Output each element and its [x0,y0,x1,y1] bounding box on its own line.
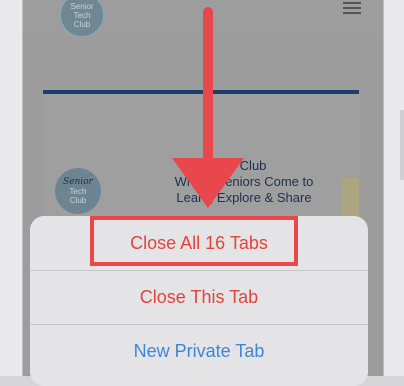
phone-side-button [400,110,404,180]
site-logo[interactable]: Senior Tech Club [59,0,105,38]
hero-logo: Senior Tech Club [55,168,101,214]
hero-logo-script: Senior [63,176,93,187]
hero-decoration [341,178,359,218]
close-this-tab-button[interactable]: Close This Tab [30,270,368,325]
site-header: Senior Tech Club [23,0,383,38]
hero-text-line: ne Club [221,158,267,173]
site-logo-line: Senior [70,1,94,11]
hero-text: ne Club Where Seniors Come to Learn, Exp… [139,158,349,206]
hero-banner: Senior Tech Club ne Club Where Seniors C… [43,90,359,234]
highlight-box [90,216,298,266]
hamburger-menu-icon[interactable] [343,2,361,16]
hero-logo-line: Club [69,195,87,205]
hero-text-line: Learn, Explore & Share [176,190,312,205]
new-private-tab-button[interactable]: New Private Tab [30,324,368,378]
hero-text-line: Where Seniors Come to [174,174,314,189]
site-logo-line: Tech [73,10,91,20]
site-logo-line: Club [73,19,91,29]
hero-logo-line: Tech [69,186,87,196]
